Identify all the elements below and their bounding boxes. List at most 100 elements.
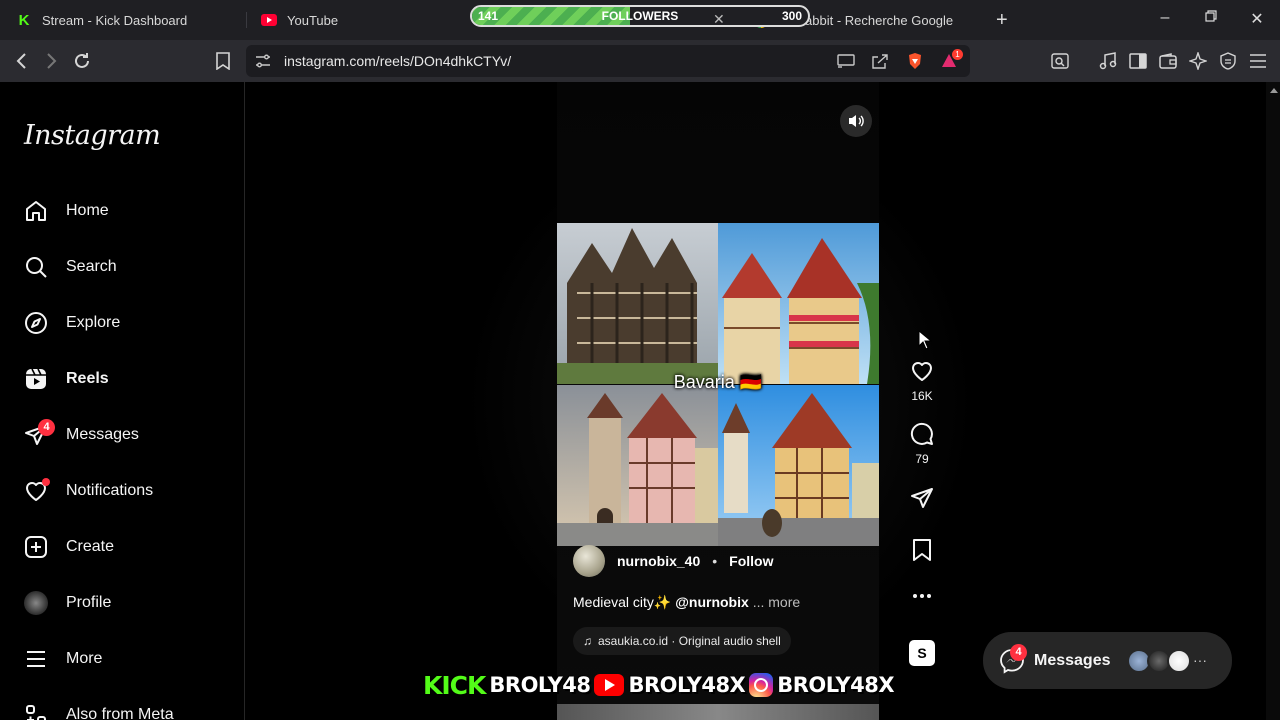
page-scrollbar[interactable]: [1266, 82, 1280, 720]
send-icon: [911, 488, 933, 508]
sidebar-item-reels[interactable]: Reels: [22, 361, 109, 397]
reel-caption: Medieval city✨ @nurnobix ... more: [573, 594, 800, 611]
new-tab-button[interactable]: +: [996, 9, 1008, 32]
messages-floating-button[interactable]: 4 Messages ···: [983, 632, 1232, 689]
sidebar-item-profile[interactable]: Profile: [22, 585, 111, 621]
reel-author-row: nurnobix_40 • Follow: [573, 545, 773, 577]
kick-wordmark: KICK: [423, 670, 486, 700]
sidebar-item-create[interactable]: Create: [22, 529, 114, 565]
sidebar-item-label: Explore: [66, 314, 121, 331]
next-reel-preview[interactable]: [557, 704, 879, 720]
brave-shield-icon[interactable]: [906, 52, 924, 70]
more-options-action[interactable]: [901, 593, 943, 599]
tab-divider: [246, 12, 247, 28]
sound-toggle-button[interactable]: [840, 105, 872, 137]
instagram-username: BROLY48X: [777, 673, 895, 697]
kick-username: BROLY48: [489, 673, 591, 697]
reload-button[interactable]: [71, 50, 93, 72]
cast-icon[interactable]: [837, 52, 855, 70]
sidebar-item-label: More: [66, 650, 103, 667]
sidebar-item-notifications[interactable]: Notifications: [22, 473, 153, 509]
sidebar-item-label: Notifications: [66, 482, 154, 499]
forward-button[interactable]: [40, 50, 62, 72]
sidebar-item-also-from-meta[interactable]: Also from Meta: [22, 697, 174, 720]
reels-icon: [22, 365, 50, 393]
reel-overlay-title: Bavaria 🇩🇪: [673, 372, 763, 392]
plus-square-icon: [22, 533, 50, 561]
like-action[interactable]: 16K: [901, 359, 943, 403]
minimize-button[interactable]: –: [1155, 9, 1175, 27]
back-button[interactable]: [11, 50, 33, 72]
speaker-icon: [849, 115, 864, 127]
sidebar-item-label: Messages: [66, 426, 139, 443]
messages-badge: 4: [38, 419, 55, 436]
more-dots-icon: [913, 594, 931, 598]
reel-player[interactable]: Bavaria 🇩🇪 nurnobix_40 • Follow Medieval…: [557, 82, 879, 720]
sidebar-item-label: Profile: [66, 594, 112, 611]
followers-goal-end: 300: [781, 9, 802, 23]
menu-icon[interactable]: [1247, 50, 1269, 72]
like-count: 16K: [911, 389, 933, 403]
home-icon: [22, 197, 50, 225]
caption-text: Medieval city✨: [573, 594, 676, 610]
browser-tab-bar: K Stream - Kick Dashboard YouTube the ra…: [0, 0, 1280, 40]
url-text: instagram.com/reels/DOn4dhkCTYv/: [284, 53, 512, 69]
instagram-logo-icon: [749, 673, 774, 697]
sidebar-item-label: Search: [66, 258, 117, 275]
author-avatar[interactable]: [573, 545, 605, 577]
more-dots-icon: ···: [1193, 652, 1207, 668]
youtube-username: BROLY48X: [628, 673, 746, 697]
site-settings-icon[interactable]: [254, 52, 272, 70]
bookmark-icon: [913, 539, 931, 561]
media-playlist-icon[interactable]: [1097, 50, 1119, 72]
leo-ai-icon[interactable]: [1187, 50, 1209, 72]
sidebar-toggle-icon[interactable]: [1127, 50, 1149, 72]
caption-mention[interactable]: @nurnobix: [675, 594, 749, 610]
sidebar-item-home[interactable]: Home: [22, 193, 109, 229]
youtube-logo-icon: [261, 14, 277, 26]
meta-apps-icon: [22, 701, 50, 720]
comment-action[interactable]: 79: [901, 422, 943, 466]
messenger-icon: 4: [22, 419, 55, 449]
address-bar[interactable]: instagram.com/reels/DOn4dhkCTYv/ 1: [246, 45, 970, 77]
profile-avatar: [22, 589, 50, 617]
message-avatars: ···: [1127, 649, 1207, 673]
audio-info-pill[interactable]: ♫ asaukia.co.id · Original audio shell: [573, 627, 791, 655]
caption-more-link[interactable]: ... more: [753, 594, 800, 610]
sidebar-item-messages[interactable]: 4 Messages: [22, 417, 139, 453]
rewards-badge: 1: [952, 49, 963, 60]
sidebar-item-label: Reels: [66, 370, 109, 387]
sidebar-item-search[interactable]: Search: [22, 249, 117, 285]
restore-button[interactable]: [1201, 9, 1221, 27]
reel-actions: 16K 79 S: [901, 82, 943, 720]
instagram-sidebar: Instagram Home Search Explore Reels 4 Me…: [0, 82, 245, 720]
close-window-button[interactable]: ✕: [1247, 9, 1267, 29]
messages-label: Messages: [1034, 652, 1111, 669]
notifications-dot: [42, 478, 50, 486]
tab-kick-dashboard[interactable]: K Stream - Kick Dashboard: [16, 6, 188, 34]
hamburger-icon: [22, 645, 50, 673]
reader-mode-icon[interactable]: [1049, 50, 1071, 72]
browser-nav-bar: instagram.com/reels/DOn4dhkCTYv/ 1: [0, 40, 1280, 82]
sidebar-item-more[interactable]: More: [22, 641, 102, 677]
sidebar-item-label: Also from Meta: [66, 706, 174, 720]
author-username[interactable]: nurnobix_40: [617, 553, 700, 569]
tab-title: Stream - Kick Dashboard: [42, 12, 188, 28]
sidebar-item-explore[interactable]: Explore: [22, 305, 120, 341]
audio-thumbnail[interactable]: S: [909, 640, 935, 666]
wallet-icon[interactable]: [1157, 50, 1179, 72]
compass-icon: [22, 309, 50, 337]
vpn-shield-icon[interactable]: [1217, 50, 1239, 72]
instagram-logo[interactable]: Instagram: [24, 120, 161, 151]
dot-separator: •: [712, 553, 718, 569]
youtube-logo-icon: [594, 674, 625, 696]
share-icon[interactable]: [871, 52, 889, 70]
follow-button[interactable]: Follow: [729, 553, 773, 569]
tab-youtube[interactable]: YouTube: [261, 6, 338, 34]
kick-logo-icon: K: [18, 11, 30, 29]
bookmark-page-icon[interactable]: [212, 50, 234, 72]
share-action[interactable]: [901, 486, 943, 510]
close-tab-icon[interactable]: ✕: [713, 11, 725, 28]
music-note-icon: ♫: [583, 634, 592, 648]
save-action[interactable]: [901, 538, 943, 562]
